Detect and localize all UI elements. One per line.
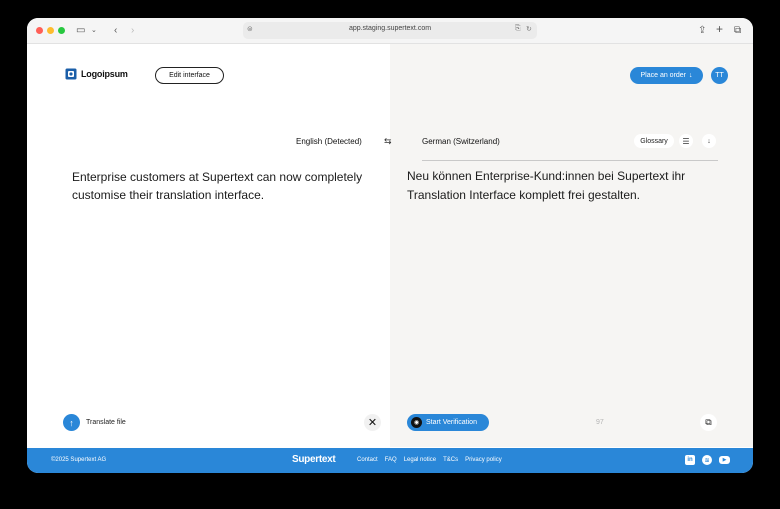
footer-link-tcs[interactable]: T&Cs [443,457,458,463]
browser-toolbar: ▭ ⌄ ‹ › ⊜ app.staging.supertext.com ⎘ ↻ … [27,18,753,44]
footer-link-legal-notice[interactable]: Legal notice [404,457,436,463]
character-count: 97 [596,419,604,426]
footer-link-contact[interactable]: Contact [357,457,378,463]
edit-interface-button[interactable]: Edit interface [155,67,224,84]
sidebar-toggle-icon[interactable]: ▭ [76,24,85,38]
target-pane [390,44,753,447]
linkedin-icon[interactable]: in [685,455,695,465]
start-verification-label: Start Verification [426,419,477,426]
forward-arrow-icon[interactable]: › [131,24,134,38]
user-check-icon: ◉ [411,417,422,428]
chevron-down-icon[interactable]: ⌄ [91,24,97,38]
footer: ©2025 Supertext AG Supertext Contact FAQ… [27,448,753,473]
back-arrow-icon[interactable]: ‹ [114,24,117,38]
translator-page: Logoipsum Edit interface Place an order … [27,44,753,447]
download-icon[interactable]: ↓ [702,134,716,148]
copyright-text: ©2025 Supertext AG [51,457,107,463]
minimize-window-button[interactable] [47,27,54,34]
reload-icon[interactable]: ↻ [526,25,532,33]
logo-text: Logoipsum [81,69,128,79]
tab-overview-icon[interactable]: ⧉ [734,24,741,38]
share-icon[interactable]: ⇪ [698,24,706,38]
translate-file-link[interactable]: Translate file [86,419,126,426]
source-language-selector[interactable]: English (Detected) [296,137,362,146]
target-divider [422,160,718,161]
footer-link-privacy-policy[interactable]: Privacy policy [465,457,502,463]
avatar[interactable]: TT [711,67,728,84]
logo-mark-icon [65,68,77,80]
arrow-down-icon: ↓ [689,72,693,79]
translated-text: Neu können Enterprise-Kund:innen bei Sup… [407,169,686,202]
brand-logo[interactable]: Logoipsum [65,68,128,80]
target-language-selector[interactable]: German (Switzerland) [422,137,500,146]
footer-link-faq[interactable]: FAQ [385,457,397,463]
source-text-input[interactable]: Enterprise customers at Supertext can no… [72,168,372,204]
maximize-window-button[interactable] [58,27,65,34]
start-verification-button[interactable]: ◉ Start Verification [407,414,489,431]
place-order-button[interactable]: Place an order ↓ [630,67,703,84]
translate-page-icon[interactable]: ⎘ [515,25,521,33]
glossary-button[interactable]: Glossary [634,134,674,148]
upload-icon[interactable]: ↑ [63,414,80,431]
place-order-label: Place an order [640,72,687,79]
new-tab-icon[interactable]: + [716,22,723,36]
source-pane [27,44,390,447]
url-text: app.staging.supertext.com [348,25,432,32]
address-bar[interactable]: ⊜ app.staging.supertext.com ⎘ ↻ [243,22,537,39]
swap-arrows-icon[interactable]: ⇆ [384,136,392,147]
copy-icon[interactable]: ⧉ [700,414,717,431]
sliders-icon[interactable]: ☰ [679,134,693,148]
close-window-button[interactable] [36,27,43,34]
footer-links: Contact FAQ Legal notice T&Cs Privacy po… [357,457,502,463]
footer-logo[interactable]: Supertext [292,454,336,465]
browser-window: ▭ ⌄ ‹ › ⊜ app.staging.supertext.com ⎘ ↻ … [27,18,753,473]
close-icon[interactable]: ✕ [364,414,381,431]
youtube-icon[interactable]: ▶ [719,456,730,464]
spotify-icon[interactable]: ≋ [702,455,712,465]
